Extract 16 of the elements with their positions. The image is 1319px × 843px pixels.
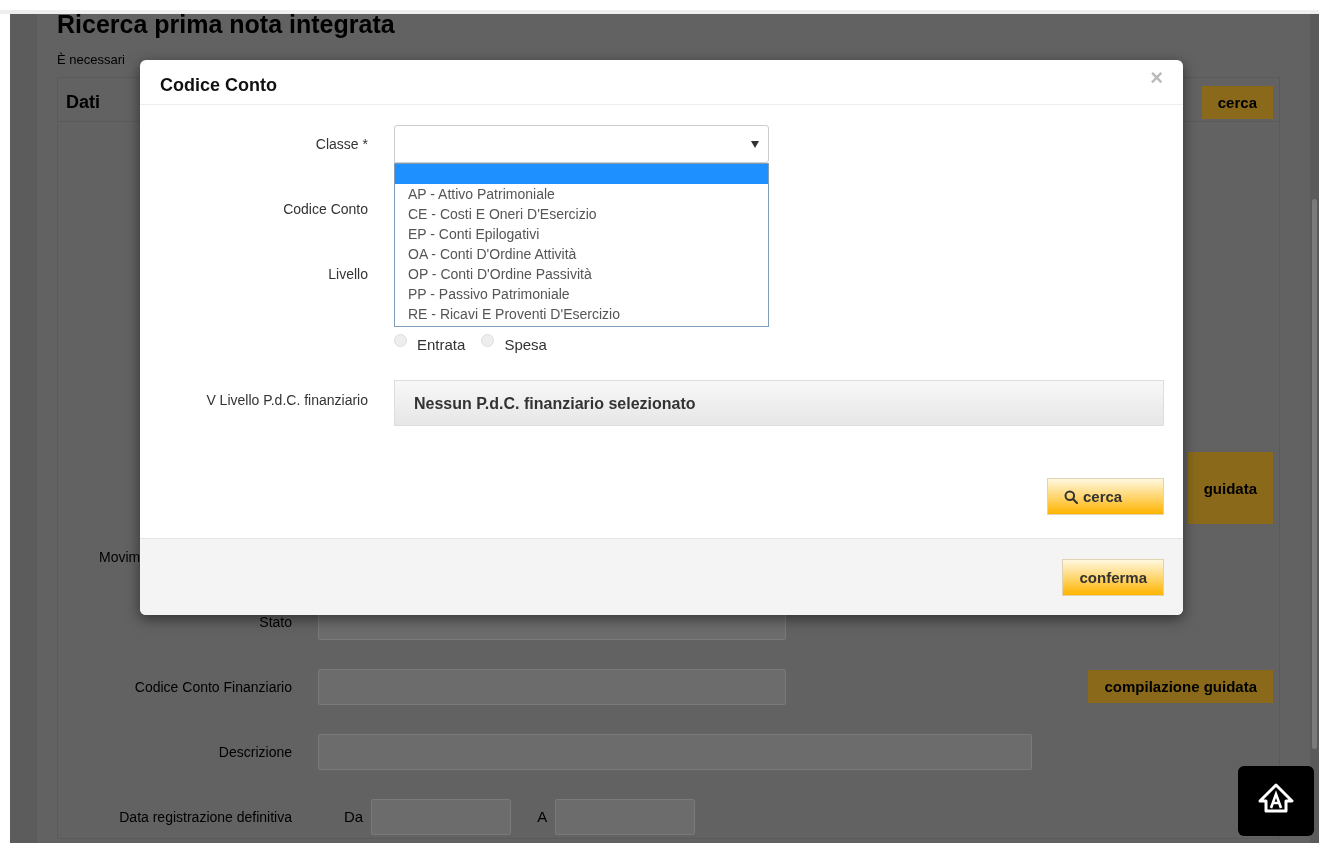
field-label: Classe * bbox=[314, 136, 368, 152]
status-box: Nessun P.d.C. finanziario selezionato bbox=[394, 380, 1164, 426]
field-label: Codice Conto Finanziario bbox=[133, 678, 292, 695]
field-label: Descrizione bbox=[217, 743, 292, 760]
page-title: Ricerca prima nota integrata bbox=[57, 9, 396, 39]
from-label: Da bbox=[344, 808, 364, 825]
section-title: Dati bbox=[66, 91, 100, 113]
notice-text: È necessari bbox=[57, 52, 126, 67]
field-label: V Livello P.d.C. finanziario bbox=[205, 391, 368, 408]
field-label: Stato bbox=[258, 613, 292, 630]
field-label: Codice Conto bbox=[282, 201, 368, 217]
field-label: Data registrazione definitiva bbox=[118, 808, 292, 825]
to-label: A bbox=[537, 808, 548, 825]
field-label: Movim bbox=[99, 548, 141, 565]
field-label: Livello bbox=[327, 266, 368, 282]
dialog-title: Codice Conto bbox=[160, 74, 277, 96]
